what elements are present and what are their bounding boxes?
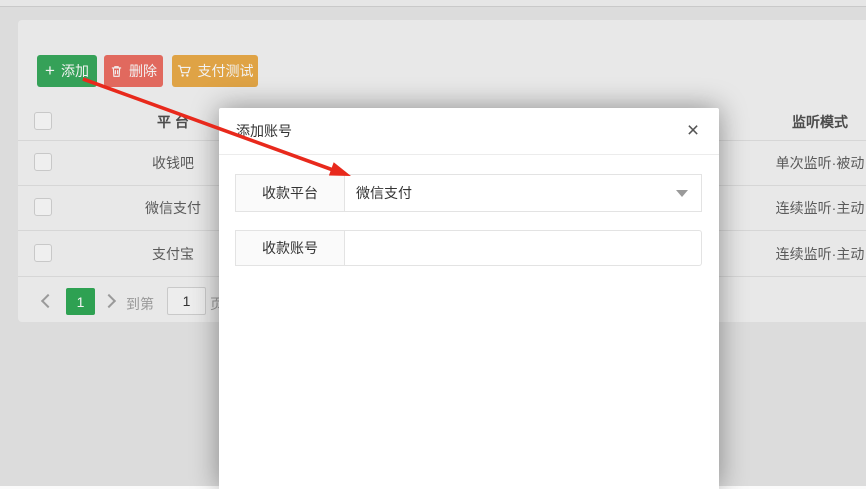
modal-header: 添加账号 ×: [219, 108, 719, 155]
platform-field-label: 收款平台: [235, 174, 345, 212]
listen-mode-cell: 连续监听·主动: [745, 186, 866, 230]
row-checkbox[interactable]: [34, 153, 52, 171]
close-button[interactable]: ×: [681, 118, 705, 142]
pay-test-button[interactable]: 支付测试: [172, 55, 258, 87]
add-button-label: 添加: [61, 61, 89, 81]
trash-icon: [110, 65, 123, 78]
top-bar: [0, 0, 866, 7]
delete-button[interactable]: 删除: [104, 55, 163, 87]
current-page-button[interactable]: 1: [66, 288, 95, 315]
next-page-button[interactable]: [99, 289, 123, 313]
delete-button-label: 删除: [129, 61, 157, 81]
plus-icon: +: [45, 62, 55, 79]
chevron-down-icon: [676, 190, 688, 197]
platform-form-row: 收款平台 微信支付: [235, 174, 702, 212]
row-checkbox[interactable]: [34, 198, 52, 216]
goto-page-label: 到第: [126, 294, 154, 314]
close-icon: ×: [687, 120, 699, 141]
select-all-checkbox[interactable]: [34, 112, 52, 130]
platform-cell: 收钱吧: [123, 141, 223, 185]
pay-test-button-label: 支付测试: [198, 61, 254, 81]
listen-mode-cell: 单次监听·被动: [745, 141, 866, 185]
header-platform: 平 台: [123, 104, 223, 140]
account-field-label: 收款账号: [235, 230, 345, 266]
platform-cell: 支付宝: [123, 231, 223, 276]
account-form-row: 收款账号: [235, 230, 702, 266]
modal-title: 添加账号: [236, 108, 292, 154]
cart-icon: [177, 64, 192, 78]
app-window: + 添加 删除 支付测试 平 台 监听模式 收钱吧 单次监听·被动 微信支付 连…: [0, 0, 866, 489]
goto-page-input[interactable]: [167, 287, 206, 315]
listen-mode-cell: 连续监听·主动: [745, 231, 866, 276]
header-listen-mode: 监听模式: [745, 104, 866, 140]
platform-cell: 微信支付: [123, 186, 223, 230]
account-input[interactable]: [345, 230, 702, 266]
add-button[interactable]: + 添加: [37, 55, 97, 87]
add-account-modal: 添加账号 × 收款平台 微信支付 收款账号: [219, 108, 719, 489]
prev-page-button[interactable]: [35, 289, 59, 313]
platform-select-value: 微信支付: [356, 183, 412, 203]
platform-select[interactable]: 微信支付: [345, 174, 702, 212]
row-checkbox[interactable]: [34, 244, 52, 262]
